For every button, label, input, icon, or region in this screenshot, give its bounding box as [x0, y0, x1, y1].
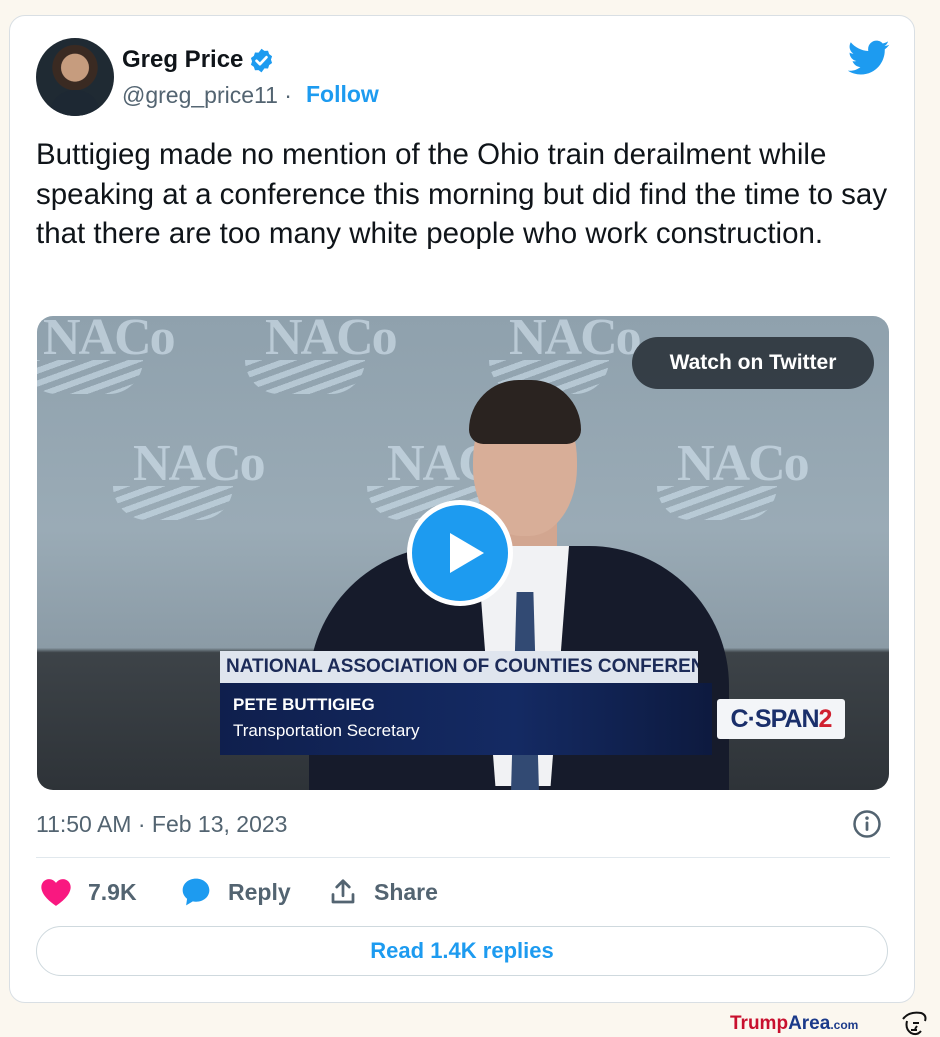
share-button[interactable]: Share [328, 874, 438, 910]
avatar-shirt [50, 90, 100, 116]
like-button[interactable]: 7.9K [40, 874, 137, 910]
avatar[interactable] [36, 38, 114, 116]
share-label: Share [374, 878, 438, 905]
watermark-face-logo [902, 1011, 927, 1036]
play-icon [450, 533, 484, 573]
tweet-text: Buttigieg made no mention of the Ohio tr… [36, 138, 888, 250]
read-replies-button[interactable]: Read 1.4K replies [36, 926, 888, 976]
tweet-card: Greg Price @greg_price11 · Follow Buttig… [9, 15, 915, 1003]
naco-backdrop-logo: NACo [245, 316, 398, 394]
tweet-timestamp[interactable]: 11:50 AM · Feb 13, 2023 [36, 811, 287, 838]
author-name[interactable]: Greg Price [122, 46, 243, 74]
video-player[interactable]: NACo NACo NACo NACo NACo NACo Watch on T… [37, 316, 889, 790]
naco-backdrop-logo: NACo [489, 316, 642, 394]
like-count: 7.9K [88, 878, 137, 905]
author-handle[interactable]: @greg_price11 · [122, 82, 292, 109]
site-watermark: TrumpArea.com [730, 1013, 859, 1034]
follow-link[interactable]: Follow [306, 81, 379, 108]
info-icon[interactable] [852, 809, 882, 839]
chyron-title: NATIONAL ASSOCIATION OF COUNTIES CONFERE… [220, 651, 698, 683]
network-logo: C·SPAN2 [717, 699, 845, 739]
chyron-box: PETE BUTTIGIEG Transportation Secretary [220, 683, 712, 755]
twitter-bird-icon[interactable] [848, 40, 890, 76]
share-icon [331, 879, 355, 904]
naco-backdrop-logo: NACo [37, 316, 176, 394]
reply-label: Reply [228, 878, 291, 905]
verified-badge-icon [250, 48, 273, 73]
watch-on-twitter-button[interactable]: Watch on Twitter [632, 337, 874, 389]
reply-bubble-icon [182, 878, 210, 906]
heart-icon [41, 879, 71, 906]
chyron-role: Transportation Secretary [233, 721, 420, 740]
divider [36, 857, 890, 858]
play-button[interactable] [407, 500, 513, 606]
chyron-name: PETE BUTTIGIEG [233, 695, 375, 714]
naco-backdrop-logo: NACo [113, 434, 266, 520]
reply-button[interactable]: Reply [180, 874, 291, 910]
